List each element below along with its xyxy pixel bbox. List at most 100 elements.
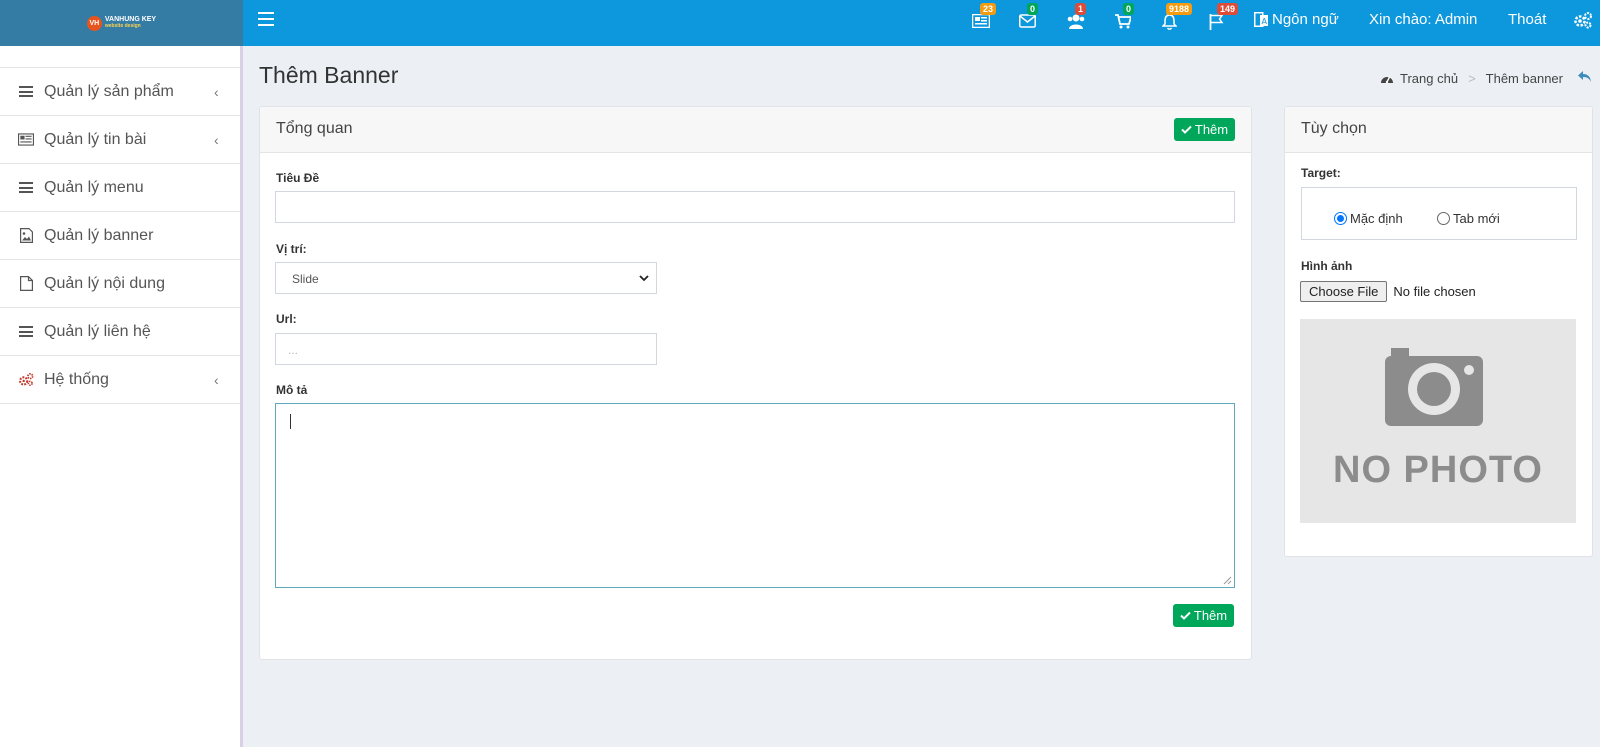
image-label: Hình ảnh xyxy=(1301,259,1353,273)
newspaper-icon xyxy=(972,14,990,28)
sidebar-item-banner[interactable]: Quản lý banner xyxy=(0,212,240,260)
bars-icon xyxy=(18,324,34,340)
file-input: Choose File No file chosen xyxy=(1300,281,1476,302)
bell-icon xyxy=(1162,14,1177,30)
position-select-value: Slide xyxy=(292,272,319,286)
add-button-label: Thêm xyxy=(1194,122,1229,137)
sidebar-item-label: Quản lý nội dung xyxy=(44,274,165,292)
language-label: Ngôn ngữ xyxy=(1272,11,1339,28)
breadcrumb: Trang chủ > Thêm banner xyxy=(1380,71,1563,86)
resize-grip-icon[interactable] xyxy=(1223,576,1232,585)
reply-arrow-icon xyxy=(1578,71,1591,82)
svg-text:A: A xyxy=(1262,17,1268,26)
image-preview: NO PHOTO xyxy=(1300,319,1576,523)
chevron-down-icon xyxy=(639,275,649,282)
logo[interactable]: VH VANHUNG KEY website design xyxy=(86,15,157,31)
chevron-left-icon: ‹ xyxy=(214,372,219,388)
settings-gears-button[interactable] xyxy=(1573,11,1593,34)
sidebar-item-label: Quản lý liên hệ xyxy=(44,322,151,340)
logo-text: VANHUNG KEY xyxy=(104,16,157,23)
alerts-count-badge: 9188 xyxy=(1166,3,1193,15)
language-menu[interactable]: A Ngôn ngữ xyxy=(1254,11,1339,28)
description-textarea[interactable] xyxy=(275,403,1235,588)
target-newtab-radio[interactable]: Tab mới xyxy=(1437,211,1500,226)
sidebar-item-menu[interactable]: Quản lý menu xyxy=(0,164,240,212)
camera-icon xyxy=(1385,348,1483,426)
logo-mark: VH xyxy=(86,15,102,31)
target-newtab-label: Tab mới xyxy=(1453,211,1500,226)
gears-icon xyxy=(18,372,34,388)
image-icon xyxy=(18,228,34,244)
users-icon xyxy=(1067,14,1085,29)
add-button-top[interactable]: Thêm xyxy=(1174,118,1235,141)
position-label: Vị trí: xyxy=(276,242,307,256)
url-input[interactable]: ... xyxy=(275,333,657,365)
overview-panel-header: Tổng quan Thêm xyxy=(260,107,1251,153)
options-panel-header: Tùy chọn xyxy=(1285,107,1592,153)
file-status: No file chosen xyxy=(1393,284,1476,299)
radio-unchecked-icon xyxy=(1437,212,1450,225)
envelope-icon xyxy=(1019,14,1036,28)
sidebar-item-contact[interactable]: Quản lý liên hệ xyxy=(0,308,240,356)
cart-count-badge: 0 xyxy=(1123,3,1135,15)
sidebar-item-news[interactable]: Quản lý tin bài ‹ xyxy=(0,116,240,164)
news-notification-button[interactable]: 23 xyxy=(970,3,997,33)
overview-panel-title: Tổng quan xyxy=(276,120,353,137)
target-label: Target: xyxy=(1301,166,1341,180)
chevron-left-icon: ‹ xyxy=(214,84,219,100)
alerts-notification-button[interactable]: 9188 xyxy=(1160,3,1193,33)
target-default-radio[interactable]: Mặc định xyxy=(1334,211,1403,226)
top-navbar: VH VANHUNG KEY website design 23 0 1 0 9… xyxy=(0,0,1600,46)
sidebar-item-content[interactable]: Quản lý nội dung xyxy=(0,260,240,308)
logo-area[interactable]: VH VANHUNG KEY website design xyxy=(0,0,243,46)
mail-notification-button[interactable]: 0 xyxy=(1017,3,1039,33)
gears-icon xyxy=(1574,12,1592,29)
users-count-badge: 1 xyxy=(1075,3,1087,15)
cart-notification-button[interactable]: 0 xyxy=(1113,3,1135,33)
sidebar-item-label: Quản lý tin bài xyxy=(44,130,147,148)
sidebar-item-label: Hệ thống xyxy=(44,370,109,388)
check-icon xyxy=(1181,125,1192,134)
sidebar-toggle-button[interactable] xyxy=(258,12,274,26)
title-label: Tiêu Đề xyxy=(276,171,320,185)
sidebar-item-products[interactable]: Quản lý sản phẩm ‹ xyxy=(0,68,240,116)
language-icon: A xyxy=(1254,12,1268,27)
sidebar-item-system[interactable]: Hệ thống ‹ xyxy=(0,356,240,404)
no-photo-text: NO PHOTO xyxy=(1333,449,1543,491)
add-button-label: Thêm xyxy=(1193,608,1228,623)
newspaper-icon xyxy=(18,132,34,148)
bars-icon xyxy=(18,84,34,100)
logo-subtext: website design xyxy=(104,23,141,29)
users-notification-button[interactable]: 1 xyxy=(1065,3,1087,33)
user-greeting[interactable]: Xin chào: Admin xyxy=(1369,11,1477,28)
logout-link[interactable]: Thoát xyxy=(1508,11,1546,28)
flag-icon xyxy=(1209,14,1224,30)
file-icon xyxy=(18,276,34,292)
back-button[interactable] xyxy=(1578,70,1592,88)
chevron-left-icon: ‹ xyxy=(214,132,219,148)
breadcrumb-current: Thêm banner xyxy=(1485,71,1563,86)
description-label: Mô tả xyxy=(276,383,308,397)
breadcrumb-separator: > xyxy=(1468,71,1476,86)
position-select[interactable]: Slide xyxy=(275,262,657,294)
title-input[interactable] xyxy=(275,191,1235,223)
tasks-notification-button[interactable]: 149 xyxy=(1207,3,1239,33)
sidebar-menu: Quản lý sản phẩm ‹ Quản lý tin bài ‹ Quả… xyxy=(0,67,240,404)
target-default-label: Mặc định xyxy=(1350,211,1403,226)
add-button-bottom[interactable]: Thêm xyxy=(1173,604,1234,627)
url-label: Url: xyxy=(276,312,297,326)
check-icon xyxy=(1180,611,1191,620)
breadcrumb-home-link[interactable]: Trang chủ xyxy=(1400,71,1458,86)
choose-file-button[interactable]: Choose File xyxy=(1300,281,1388,302)
cart-icon xyxy=(1115,14,1131,29)
sidebar: Quản lý sản phẩm ‹ Quản lý tin bài ‹ Quả… xyxy=(0,46,243,747)
bars-icon xyxy=(18,180,34,196)
sidebar-item-label: Quản lý sản phẩm xyxy=(44,82,174,100)
page-title: Thêm Banner xyxy=(259,62,399,88)
sidebar-item-label: Quản lý banner xyxy=(44,226,154,244)
text-cursor xyxy=(290,414,291,429)
dashboard-icon xyxy=(1381,76,1393,84)
news-count-badge: 23 xyxy=(980,3,997,15)
sidebar-item-label: Quản lý menu xyxy=(44,178,144,196)
radio-checked-icon xyxy=(1334,212,1347,225)
